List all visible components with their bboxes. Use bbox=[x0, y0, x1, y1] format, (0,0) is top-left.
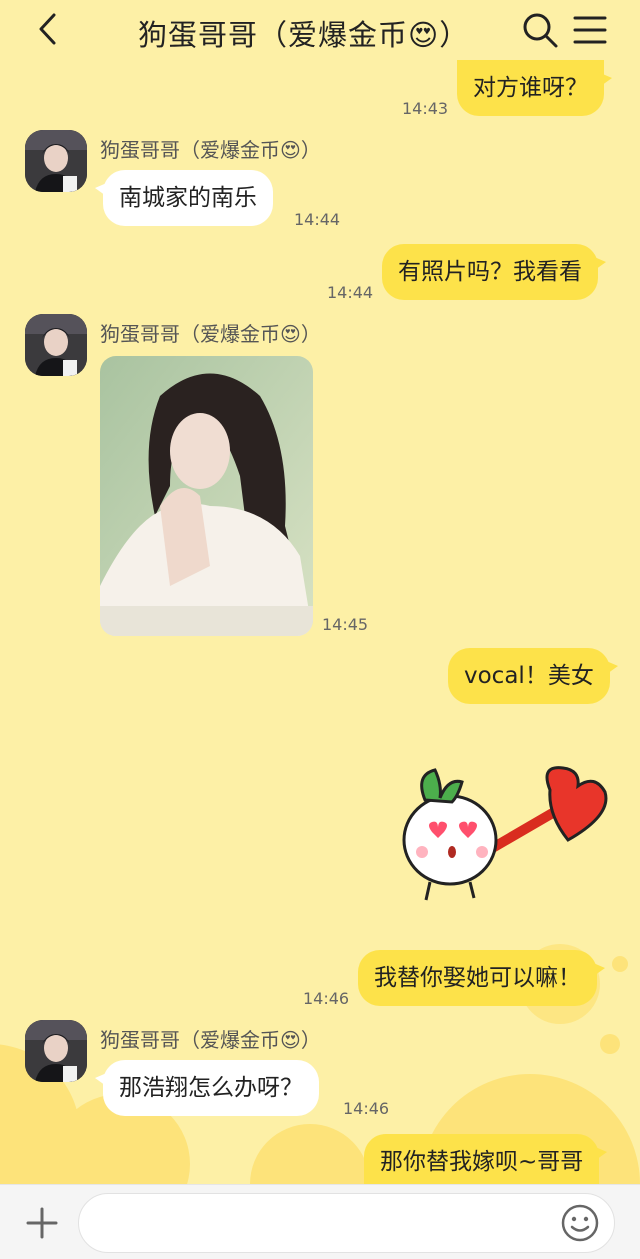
back-icon[interactable] bbox=[32, 12, 66, 46]
avatar-image bbox=[25, 1020, 87, 1082]
outgoing-message[interactable]: 那你替我嫁呗~哥哥 bbox=[364, 1134, 608, 1190]
message-input[interactable] bbox=[78, 1193, 615, 1253]
avatar[interactable] bbox=[25, 130, 87, 192]
outgoing-message[interactable]: 有照片吗？我看看 bbox=[382, 244, 606, 300]
heart-sticker[interactable] bbox=[400, 760, 610, 910]
avatar-image bbox=[25, 130, 87, 192]
outgoing-message[interactable]: vocal！美女 bbox=[448, 648, 618, 704]
message-time: 14:45 bbox=[322, 615, 369, 634]
avatar-image bbox=[25, 314, 87, 376]
outgoing-message[interactable]: 对方谁呀？ bbox=[457, 60, 612, 116]
sender-name: 狗蛋哥哥（爱爆金币😍） bbox=[100, 322, 321, 346]
emoji-icon[interactable] bbox=[560, 1203, 600, 1243]
outgoing-message[interactable]: 我替你娶她可以嘛！ bbox=[358, 950, 605, 1006]
search-icon[interactable] bbox=[520, 10, 560, 50]
message-time: 14:46 bbox=[343, 1099, 390, 1118]
photo-message[interactable] bbox=[100, 356, 313, 636]
plus-icon[interactable] bbox=[24, 1205, 60, 1241]
message-time: 14:44 bbox=[294, 210, 341, 229]
menu-icon[interactable] bbox=[572, 12, 608, 48]
input-bar bbox=[0, 1184, 640, 1259]
avatar[interactable] bbox=[25, 1020, 87, 1082]
incoming-message[interactable]: 南城家的南乐 bbox=[95, 170, 273, 226]
message-time: 14:46 bbox=[303, 989, 350, 1008]
avatar[interactable] bbox=[25, 314, 87, 376]
chat-header: 狗蛋哥哥（爱爆金币😍） bbox=[0, 0, 640, 62]
sender-name: 狗蛋哥哥（爱爆金币😍） bbox=[100, 138, 321, 162]
message-time: 14:44 bbox=[327, 283, 374, 302]
message-time: 14:43 bbox=[402, 99, 449, 118]
incoming-message[interactable]: 那浩翔怎么办呀？ bbox=[95, 1060, 319, 1116]
page-title: 狗蛋哥哥（爱爆金币😍） bbox=[138, 18, 470, 52]
sender-name: 狗蛋哥哥（爱爆金币😍） bbox=[100, 1028, 321, 1052]
photo-image bbox=[100, 356, 313, 636]
